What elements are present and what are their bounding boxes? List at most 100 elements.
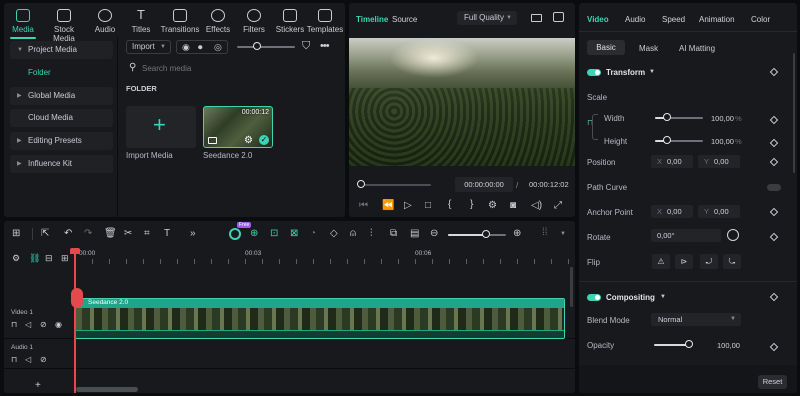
import-media-tile[interactable]: +: [126, 106, 196, 148]
smart-cut-icon[interactable]: ⊕: [250, 229, 258, 239]
blend-mode-select[interactable]: Normal ▼: [651, 313, 741, 326]
select-tool-icon[interactable]: ⇱: [41, 229, 49, 239]
more-tools-icon[interactable]: »: [190, 229, 196, 239]
snapshot-grid-icon[interactable]: [531, 14, 542, 22]
flip-horizontal-button[interactable]: ⚠: [652, 254, 670, 269]
playhead[interactable]: [74, 248, 76, 393]
anchor-y-field[interactable]: Y 0,00: [698, 205, 740, 218]
render-preview-icon[interactable]: ▤: [410, 229, 419, 239]
camera-icon[interactable]: ◙: [510, 201, 516, 211]
track-view-icon[interactable]: ⊟: [45, 253, 53, 263]
image-icon[interactable]: [553, 12, 564, 22]
rotate-ccw-button[interactable]: ⤿: [723, 254, 741, 269]
link-icon[interactable]: ⛓: [29, 253, 40, 263]
hide-track-icon[interactable]: ⊘: [40, 355, 47, 365]
tab-video[interactable]: Video: [587, 15, 609, 24]
stabilize-icon[interactable]: ⊠: [290, 229, 298, 239]
hide-track-icon[interactable]: ⊘: [40, 320, 47, 330]
cut-icon[interactable]: ✂: [124, 229, 132, 239]
height-knob[interactable]: [663, 136, 671, 144]
opacity-slider[interactable]: [654, 344, 689, 346]
text-tool-icon[interactable]: T: [164, 229, 170, 239]
playhead-marker[interactable]: [71, 288, 83, 308]
tool-filters[interactable]: Filters: [235, 7, 273, 34]
filter-icon[interactable]: ⛉: [302, 41, 310, 52]
height-value[interactable]: 100,00: [711, 137, 734, 146]
opacity-keyframe-icon[interactable]: [769, 342, 779, 352]
rotate-field[interactable]: 0,00°: [651, 229, 721, 242]
record-icon[interactable]: ◉: [182, 42, 190, 52]
tab-animation[interactable]: Animation: [699, 15, 735, 24]
gear-icon[interactable]: ⚙: [244, 135, 253, 146]
settings-icon[interactable]: ⚙: [488, 201, 497, 211]
microphone-icon[interactable]: ⍝: [350, 229, 356, 239]
eye-icon[interactable]: ◉: [55, 320, 62, 330]
import-dropdown[interactable]: Import ▼: [126, 40, 171, 54]
anchor-keyframe-icon[interactable]: [769, 207, 779, 217]
more-options-icon[interactable]: •••: [320, 41, 330, 52]
marker-icon[interactable]: ◇: [330, 229, 338, 239]
quality-dropdown[interactable]: Full Quality ▼: [457, 11, 517, 25]
reset-button[interactable]: Reset: [758, 375, 787, 389]
tab-color[interactable]: Color: [751, 15, 770, 24]
sidebar-item-folder[interactable]: Folder: [10, 64, 113, 82]
subtab-basic[interactable]: Basic: [587, 40, 625, 55]
opacity-knob[interactable]: [685, 340, 693, 348]
add-track-button[interactable]: +: [35, 381, 41, 391]
width-keyframe-icon[interactable]: [769, 115, 779, 125]
tool-media[interactable]: Media: [4, 7, 42, 39]
position-x-field[interactable]: X 0,00: [651, 155, 693, 168]
track-settings-icon[interactable]: ⚙: [12, 253, 20, 263]
mark-out-icon[interactable]: }: [470, 200, 473, 210]
tab-speed[interactable]: Speed: [662, 15, 685, 24]
timeline-vscrollbar[interactable]: [570, 267, 573, 307]
width-knob[interactable]: [663, 113, 671, 121]
compositing-keyframe-icon[interactable]: [769, 292, 779, 302]
previous-frame-icon[interactable]: ⏮: [359, 201, 368, 211]
mark-in-icon[interactable]: {: [448, 200, 451, 210]
lock-icon[interactable]: ⊓: [11, 320, 17, 330]
position-y-field[interactable]: Y 0,00: [698, 155, 740, 168]
crop-icon[interactable]: ⌗: [144, 229, 150, 239]
snapshot-icon[interactable]: ⧉: [390, 229, 397, 239]
sidebar-item-project-media[interactable]: ▼ Project Media: [10, 41, 113, 59]
zoom-out-icon[interactable]: ⊖: [430, 229, 438, 239]
flip-vertical-button[interactable]: ⊳: [675, 254, 693, 269]
rotate-dial-icon[interactable]: [727, 229, 739, 241]
timeline-scrollbar[interactable]: [76, 387, 138, 392]
subtab-mask[interactable]: Mask: [639, 44, 658, 53]
volume-icon[interactable]: ◁: [25, 355, 31, 365]
search-input[interactable]: [142, 61, 332, 75]
volume-icon[interactable]: ◁): [531, 201, 542, 211]
audio-mixer-icon[interactable]: ⫶: [370, 229, 373, 239]
redo-icon[interactable]: ↷: [84, 229, 92, 239]
tab-source[interactable]: Source: [392, 15, 417, 24]
timeline-zoom-knob[interactable]: [482, 230, 490, 238]
rotate-cw-button[interactable]: ⤾: [700, 254, 718, 269]
tool-stickers[interactable]: Stickers: [271, 7, 309, 34]
tool-templates[interactable]: Templates: [305, 7, 345, 34]
auto-reframe-icon[interactable]: ⊡: [270, 229, 278, 239]
tool-transitions[interactable]: Transitions: [158, 7, 202, 34]
tool-stock-media[interactable]: Stock Media: [42, 7, 86, 43]
chevron-down-icon[interactable]: ▼: [649, 69, 655, 75]
delete-icon[interactable]: 🗑: [104, 229, 117, 239]
stop-icon[interactable]: □: [425, 201, 431, 211]
sidebar-item-influence-kit[interactable]: ▶ Influence Kit: [10, 155, 113, 173]
tab-timeline[interactable]: Timeline: [356, 15, 388, 24]
thumbnail-size-slider[interactable]: [237, 46, 295, 48]
sidebar-item-global-media[interactable]: ▶ Global Media: [10, 87, 113, 105]
lock-icon[interactable]: ⊓: [11, 355, 17, 365]
width-value[interactable]: 100,00: [711, 114, 734, 123]
step-back-icon[interactable]: ⏪: [382, 201, 394, 211]
opacity-value[interactable]: 100,00: [717, 341, 740, 350]
speed-icon[interactable]: ◔: [310, 229, 316, 239]
fullscreen-icon[interactable]: ⤢: [554, 201, 562, 211]
timeline-video-clip[interactable]: Seedance 2.0: [75, 298, 565, 339]
voiceover-icon[interactable]: ◎: [214, 42, 222, 52]
rotate-keyframe-icon[interactable]: [769, 232, 779, 242]
microphone-icon[interactable]: ⏺: [198, 42, 203, 52]
tool-titles[interactable]: T Titles: [122, 7, 160, 34]
ai-tool-icon[interactable]: [229, 228, 241, 240]
inspector-scrollbar[interactable]: [793, 53, 795, 173]
